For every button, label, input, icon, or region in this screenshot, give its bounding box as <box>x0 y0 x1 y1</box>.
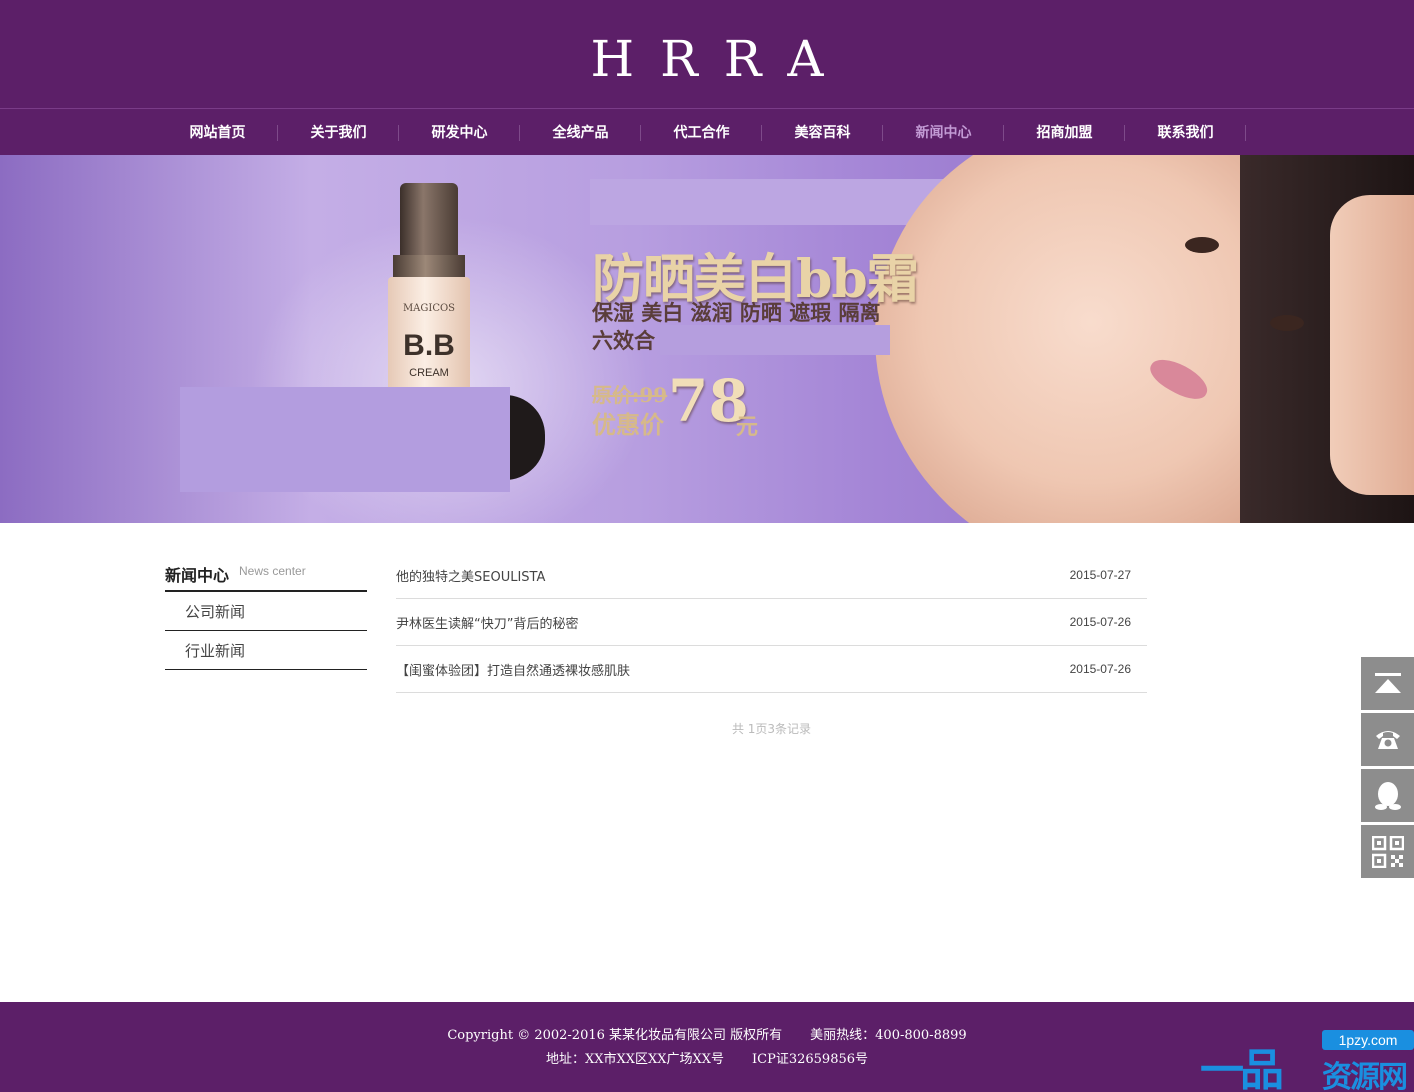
back-to-top-button[interactable] <box>1361 657 1414 710</box>
list-item[interactable]: 【闺蜜体验团】打造自然通透裸妆感肌肤 2015-07-26 <box>396 646 1147 693</box>
footer-hotline: 美丽热线：400-800-8899 <box>810 1028 967 1043</box>
nav-item-contact[interactable]: 联系我们 <box>1125 109 1246 155</box>
sale-price-label: 优惠价 <box>592 410 664 439</box>
news-list: 他的独特之美SEOULISTA 2015-07-27 尹林医生读解“快刀”背后的… <box>396 552 1147 693</box>
hero-banner[interactable]: MAGICOS B.B CREAM 防晒美白bb霜 保湿 美白 滋润 防晒 遮瑕… <box>0 155 1414 523</box>
footer-address: 地址：XX市XX区XX广场XX号 <box>545 1052 725 1067</box>
news-date: 2015-07-27 <box>1069 568 1131 582</box>
model-eye-right <box>1270 315 1304 331</box>
sidebar-item-company-news[interactable]: 公司新闻 <box>165 592 367 631</box>
list-item[interactable]: 尹林医生读解“快刀”背后的秘密 2015-07-26 <box>396 599 1147 646</box>
sidebar-header: 新闻中心 News center <box>165 553 367 592</box>
product-bottle: MAGICOS B.B CREAM <box>388 277 470 392</box>
nav-item-beauty-wiki[interactable]: 美容百科 <box>762 109 883 155</box>
banner-overlay-box <box>180 387 510 492</box>
banner-overlay-strip <box>660 325 890 355</box>
qq-button[interactable] <box>1361 769 1414 822</box>
watermark-site: 资源网 <box>1322 1060 1408 1092</box>
bottle-label: B.B <box>403 329 455 362</box>
original-price: 原价:99 <box>592 383 668 407</box>
nav-item-research[interactable]: 研发中心 <box>399 109 520 155</box>
phone-icon <box>1375 730 1400 749</box>
news-sidebar: 新闻中心 News center 公司新闻 行业新闻 <box>165 553 367 670</box>
nav-item-news[interactable]: 新闻中心 <box>883 109 1004 155</box>
qr-code-button[interactable] <box>1361 825 1414 878</box>
watermark-logo: 一品 1pzy.com 资源网 <box>1200 1030 1414 1092</box>
news-date: 2015-07-26 <box>1069 615 1131 629</box>
watermark-url: 1pzy.com <box>1322 1030 1414 1050</box>
main-nav: 网站首页 关于我们 研发中心 全线产品 代工合作 美容百科 新闻中心 招商加盟 … <box>157 109 1246 155</box>
price-unit: 元 <box>736 414 759 440</box>
nav-item-home[interactable]: 网站首页 <box>157 109 278 155</box>
bottle-neck <box>393 255 465 277</box>
bottle-brand: MAGICOS <box>402 303 456 314</box>
watermark-mark: 一品 <box>1200 1045 1284 1092</box>
nav-item-about[interactable]: 关于我们 <box>278 109 399 155</box>
site-logo[interactable]: HRRA <box>0 30 1414 88</box>
back-to-top-icon <box>1374 672 1401 693</box>
qq-icon <box>1374 781 1401 810</box>
pagination-info: 共 1页3条记录 <box>731 722 812 736</box>
header: HRRA 网站首页 关于我们 研发中心 全线产品 代工合作 美容百科 新闻中心 … <box>0 0 1414 155</box>
bottle-pump <box>400 183 458 263</box>
sidebar-subtitle: News center <box>239 564 306 578</box>
promo-subtitle: 保湿 美白 滋润 防晒 遮瑕 隔离 <box>592 300 881 325</box>
nav-item-franchise[interactable]: 招商加盟 <box>1004 109 1125 155</box>
news-title[interactable]: 【闺蜜体验团】打造自然通透裸妆感肌肤 <box>396 660 630 679</box>
sidebar-title: 新闻中心 <box>165 566 230 585</box>
news-title[interactable]: 他的独特之美SEOULISTA <box>396 566 545 585</box>
footer-icp: ICP证32659856号 <box>752 1052 869 1067</box>
footer-copyright: Copyright © 2002-2016 某某化妆品有限公司 版权所有 <box>447 1028 783 1043</box>
floating-toolbar <box>1361 657 1414 881</box>
phone-button[interactable] <box>1361 713 1414 766</box>
model-hand <box>1330 195 1414 495</box>
nav-item-products[interactable]: 全线产品 <box>520 109 641 155</box>
nav-item-oem[interactable]: 代工合作 <box>641 109 762 155</box>
sidebar-item-industry-news[interactable]: 行业新闻 <box>165 631 367 670</box>
bottle-sub-label: CREAM <box>409 367 449 379</box>
promo-subtitle-2: 六效合 <box>592 328 655 353</box>
news-title[interactable]: 尹林医生读解“快刀”背后的秘密 <box>396 613 578 632</box>
news-date: 2015-07-26 <box>1069 662 1131 676</box>
qr-code-icon <box>1371 835 1404 868</box>
model-eye-left <box>1185 237 1219 253</box>
list-item[interactable]: 他的独特之美SEOULISTA 2015-07-27 <box>396 552 1147 599</box>
